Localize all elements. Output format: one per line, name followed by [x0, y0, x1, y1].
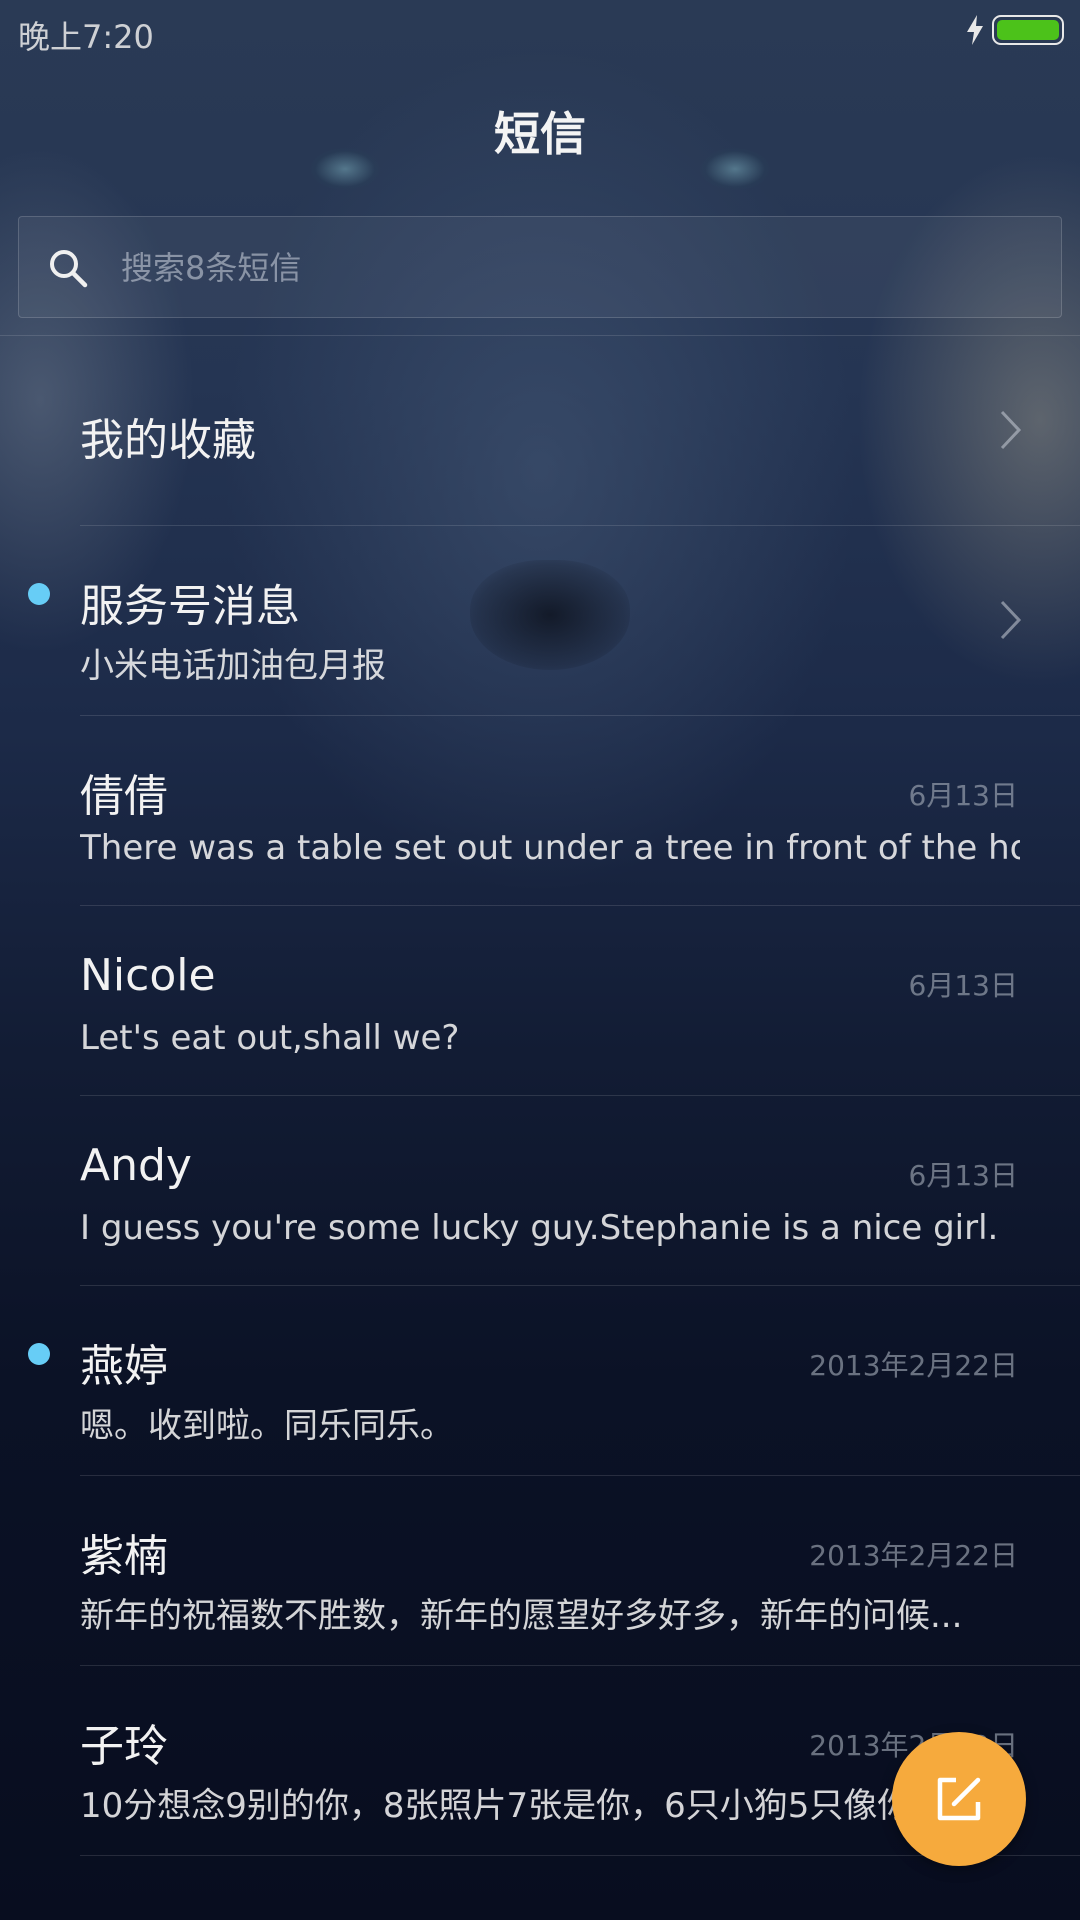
page-title: 短信 [494, 107, 586, 161]
message-date: 2013年2月22日 [809, 1539, 1018, 1572]
compose-button[interactable] [892, 1732, 1026, 1866]
service-messages-title: 服务号消息 [80, 581, 300, 632]
status-time: 晚上7:20 [18, 18, 154, 56]
message-preview: Let's eat out,shall we? [80, 1018, 460, 1058]
contact-name: 燕婷 [80, 1341, 168, 1392]
message-date: 2013年2月22日 [809, 1349, 1018, 1382]
message-date: 6月13日 [908, 969, 1018, 1002]
message-preview: I guess you're some lucky guy.Stephanie … [80, 1208, 999, 1248]
favorites-label: 我的收藏 [80, 415, 256, 466]
contact-name: 倩倩 [80, 771, 168, 822]
compose-icon [937, 1777, 981, 1821]
battery-icon [992, 15, 1064, 45]
conversation-row[interactable]: Andy 6月13日 I guess you're some lucky guy… [80, 1096, 1080, 1286]
message-preview: There was a table set out under a tree i… [80, 828, 1020, 868]
contact-name: 子玲 [80, 1721, 168, 1772]
unread-dot [28, 1343, 50, 1365]
contact-name: Andy [80, 1140, 192, 1191]
message-preview: 10分想念9别的你，8张照片7张是你，6只小狗5只像你 [80, 1786, 912, 1826]
service-messages-row[interactable]: 服务号消息 小米电话加油包月报 [28, 526, 1080, 716]
service-messages-preview: 小米电话加油包月报 [80, 646, 386, 686]
conversation-row[interactable]: 紫楠 2013年2月22日 新年的祝福数不胜数，新年的愿望好多好多，新年的问候.… [80, 1476, 1080, 1666]
favorites-row[interactable]: 我的收藏 [80, 336, 1080, 526]
message-preview: 新年的祝福数不胜数，新年的愿望好多好多，新年的问候... [80, 1596, 963, 1636]
conversation-row[interactable]: Nicole 6月13日 Let's eat out,shall we? [80, 906, 1080, 1096]
conversation-list: 我的收藏 服务号消息 小米电话加油包月报 倩倩 6月13日 There was … [0, 336, 1080, 1856]
chevron-right-icon [1000, 600, 1022, 640]
sms-screen: 晚上7:20 短信 我的收藏 服务号消息 小米电话加油包月报 [0, 0, 1080, 1920]
charging-icon [967, 15, 983, 45]
search-icon [50, 250, 88, 288]
search-input[interactable] [119, 217, 1023, 319]
battery-level [997, 20, 1059, 40]
chevron-right-icon [1000, 410, 1022, 450]
message-preview: 嗯。收到啦。同乐同乐。 [80, 1406, 454, 1446]
conversation-row[interactable]: 燕婷 2013年2月22日 嗯。收到啦。同乐同乐。 [28, 1286, 1080, 1476]
status-bar: 晚上7:20 [0, 0, 1080, 60]
contact-name: 紫楠 [80, 1531, 168, 1582]
conversation-row[interactable]: 倩倩 6月13日 There was a table set out under… [80, 716, 1080, 906]
unread-dot [28, 583, 50, 605]
contact-name: Nicole [80, 950, 216, 1001]
message-date: 6月13日 [908, 779, 1018, 812]
search-bar[interactable] [18, 216, 1062, 319]
message-date: 6月13日 [908, 1159, 1018, 1192]
